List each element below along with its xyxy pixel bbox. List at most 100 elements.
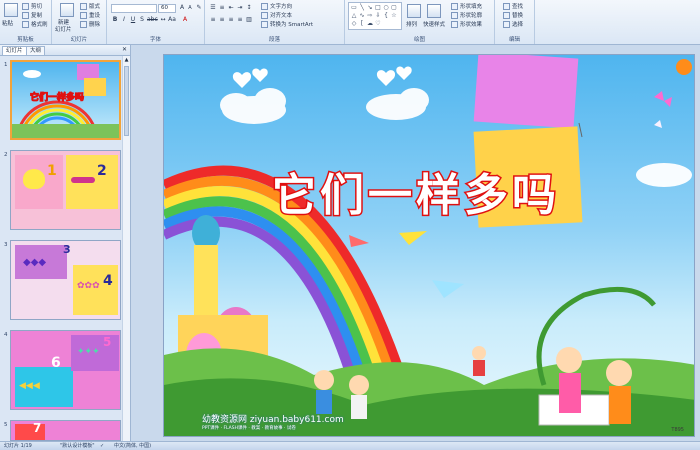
sign-string — [578, 122, 583, 138]
shadow-icon[interactable]: S — [138, 16, 146, 24]
shape-outline-button[interactable]: 形状轮廓 — [451, 11, 482, 19]
scissors-icon — [22, 2, 29, 10]
star-shape-icon[interactable]: ☆ — [390, 12, 398, 19]
font-name-combo[interactable] — [111, 4, 157, 13]
char-spacing-icon[interactable]: ↔ — [159, 16, 167, 24]
textbox-shape-icon[interactable]: ▭ — [350, 4, 358, 11]
arrow-shape-icon[interactable]: ↘ — [366, 4, 374, 11]
scrollbar-thumb[interactable] — [124, 66, 129, 136]
align-center-icon[interactable]: ≡ — [218, 16, 226, 24]
drawing-group-label: 绘图 — [413, 37, 425, 43]
slide-2-number-b: 2 — [97, 163, 107, 179]
layout-button[interactable]: 版式 — [80, 2, 100, 10]
drawing-group: ▭ ╲ ↘ □ ○ ▢ △ ∿ ⇨ ⇩ { ☆ ◇ [ ☁ ♡ 排列 快速样式 … — [345, 0, 495, 44]
align-right-icon[interactable]: ≡ — [227, 16, 235, 24]
bullets-icon[interactable]: ☰ — [209, 4, 217, 12]
shapes-gallery[interactable]: ▭ ╲ ↘ □ ○ ▢ △ ∿ ⇨ ⇩ { ☆ ◇ [ ☁ ♡ — [348, 2, 402, 30]
paste-icon[interactable] — [4, 3, 18, 17]
line-shape-icon[interactable]: ╲ — [358, 4, 366, 11]
right-arrow-shape-icon[interactable]: ⇨ — [366, 12, 374, 19]
thumbnail-scrollbar[interactable]: ▲ — [122, 56, 130, 441]
caterpillar-image — [71, 177, 95, 183]
columns-icon[interactable]: ▥ — [245, 16, 253, 24]
triangle-shape-icon[interactable]: △ — [350, 12, 358, 19]
font-color-icon[interactable]: A — [181, 16, 189, 24]
find-button[interactable]: 查找 — [503, 2, 523, 10]
cut-button[interactable]: 剪切 — [22, 2, 42, 10]
rect-shape-icon[interactable]: □ — [374, 4, 382, 11]
watermark: 幼教资源网 ziyuan.baby611.com — [202, 415, 344, 425]
slide-number: 4 — [4, 332, 8, 338]
shape-fill-button[interactable]: 形状填充 — [451, 2, 482, 10]
heart-shape-icon[interactable]: ♡ — [374, 20, 382, 27]
slide-thumbnail-3[interactable]: 3 4 ◆◆◆ ✿✿✿ — [10, 240, 121, 320]
rounded-rect-shape-icon[interactable]: ▢ — [390, 4, 398, 11]
clipboard-group-label: 剪贴板 — [17, 37, 34, 43]
new-slide-button-label[interactable]: 幻灯片 — [55, 25, 72, 33]
ribbon: 粘贴 剪切 复制 格式刷 剪贴板 新建 幻灯片 版式 重设 删除 幻灯片 60 … — [0, 0, 700, 45]
delete-slide-button[interactable]: 删除 — [80, 20, 100, 28]
quick-styles-button[interactable]: 快速样式 — [423, 20, 445, 28]
paragraph-group-label: 段落 — [268, 37, 280, 43]
editing-group-label: 编辑 — [508, 37, 520, 43]
slide-thumbnail-1[interactable]: 它们一样多吗 — [10, 60, 121, 140]
slide-thumbnail-5[interactable]: 7 — [10, 420, 121, 441]
smartart-icon — [261, 20, 268, 28]
change-case-icon[interactable]: Aa — [168, 16, 176, 24]
text-direction-button[interactable]: 文字方向 — [261, 2, 292, 10]
clear-format-icon[interactable]: ✎ — [195, 4, 203, 12]
quick-styles-icon[interactable] — [427, 4, 441, 18]
smartart-button[interactable]: 转换为 SmartArt — [261, 20, 313, 28]
new-slide-icon[interactable] — [60, 3, 74, 17]
format-painter-button[interactable]: 格式刷 — [22, 20, 48, 28]
decrease-indent-icon[interactable]: ⇤ — [227, 4, 235, 12]
current-slide[interactable]: 它们一样多吗 幼教资源网 ziyuan.baby611.com PPT课件 · … — [163, 54, 695, 437]
underline-icon[interactable]: U — [129, 16, 137, 24]
cloud-shape-icon[interactable]: ☁ — [366, 20, 374, 27]
tab-slides[interactable]: 幻灯片 — [2, 46, 27, 55]
align-left-icon[interactable]: ≡ — [209, 16, 217, 24]
slide-thumbnail-4[interactable]: 5 6 ◀◀◀ ✦✦✦ — [10, 330, 121, 410]
pink-hanging-sign — [473, 55, 579, 129]
butterfly-group-icon: ◆◆◆ — [23, 257, 47, 268]
bracket-shape-icon[interactable]: [ — [358, 20, 366, 27]
curve-shape-icon[interactable]: ∿ — [358, 12, 366, 19]
reset-button[interactable]: 重设 — [80, 11, 100, 19]
fish-group-icon: ◀◀◀ — [19, 381, 40, 391]
bold-icon[interactable]: B — [111, 16, 119, 24]
strikethrough-icon[interactable]: abc — [147, 16, 158, 24]
close-pane-icon[interactable]: ✕ — [122, 46, 127, 54]
italic-icon[interactable]: I — [120, 16, 128, 24]
replace-button[interactable]: 替换 — [503, 11, 523, 19]
increase-indent-icon[interactable]: ⇥ — [236, 4, 244, 12]
binoculars-icon — [503, 2, 510, 10]
shrink-font-icon[interactable]: A — [186, 4, 194, 12]
flower-group-icon: ✿✿✿ — [77, 281, 100, 291]
font-size-combo[interactable]: 60 — [158, 4, 176, 13]
slide-number: 1 — [4, 62, 8, 68]
numbering-icon[interactable]: ≡ — [218, 4, 226, 12]
paper-plane-yellow — [399, 231, 427, 245]
slide-thumbnail-2[interactable]: 1 2 — [10, 150, 121, 230]
copy-button[interactable]: 复制 — [22, 11, 42, 19]
tab-outline[interactable]: 大纲 — [26, 46, 46, 55]
font-group-label: 字体 — [149, 37, 161, 43]
scroll-up-icon[interactable]: ▲ — [123, 56, 130, 64]
slide-number: 3 — [4, 242, 8, 248]
justify-icon[interactable]: ≡ — [236, 16, 244, 24]
grow-font-icon[interactable]: A — [178, 4, 186, 12]
down-arrow-shape-icon[interactable]: ⇩ — [374, 12, 382, 19]
paste-button[interactable]: 粘贴 — [2, 19, 13, 27]
delete-icon — [80, 20, 87, 28]
align-text-button[interactable]: 对齐文本 — [261, 11, 292, 19]
arrange-button[interactable]: 排列 — [406, 20, 417, 28]
slide-title[interactable]: 它们一样多吗 — [246, 159, 586, 223]
callout-shape-icon[interactable]: ◇ — [350, 20, 358, 27]
arrange-icon[interactable] — [407, 4, 421, 18]
oval-shape-icon[interactable]: ○ — [382, 4, 390, 11]
shape-effects-button[interactable]: 形状效果 — [451, 20, 482, 28]
slide-5-number-a: 7 — [33, 421, 42, 435]
brace-shape-icon[interactable]: { — [382, 12, 390, 19]
line-spacing-icon[interactable]: ↕ — [245, 4, 253, 12]
select-button[interactable]: 选择 — [503, 20, 523, 28]
